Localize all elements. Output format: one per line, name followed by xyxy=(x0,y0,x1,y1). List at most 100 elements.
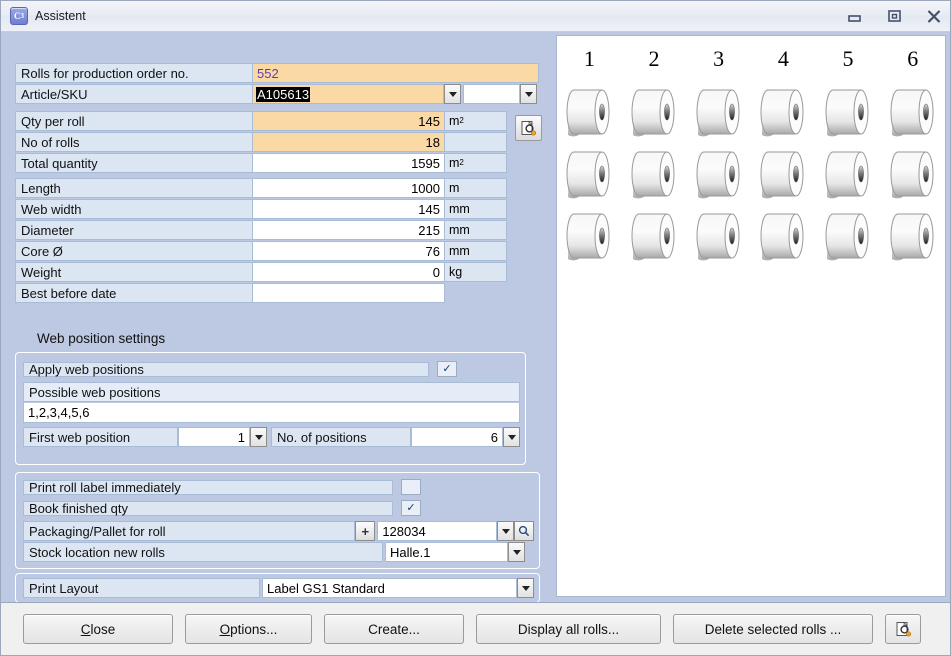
label-print-roll-label-immediately: Print roll label immediately xyxy=(23,479,393,495)
value-length[interactable]: 1000 xyxy=(253,178,445,198)
packaging-search-button[interactable] xyxy=(514,521,534,541)
field-row-article-sku: Article/SKU A105613 xyxy=(15,84,539,104)
roll-icon xyxy=(890,89,934,137)
value-web-width[interactable]: 145 xyxy=(253,199,445,219)
checkbox-apply-web-positions[interactable] xyxy=(437,361,457,377)
article-variant-dropdown-arrow[interactable] xyxy=(520,84,537,104)
roll-cell[interactable] xyxy=(880,208,945,264)
article-variant-input[interactable] xyxy=(463,84,520,104)
assistent-window: C3 Assistent Rolls for production order … xyxy=(0,0,951,656)
value-core-diameter[interactable]: 76 xyxy=(253,241,445,261)
title-bar: C3 Assistent xyxy=(1,1,950,32)
roll-icon xyxy=(566,89,610,137)
roll-cell[interactable] xyxy=(686,208,751,264)
unit-no-of-rolls xyxy=(445,132,507,152)
label-apply-web-positions: Apply web positions xyxy=(23,361,429,377)
value-stock-location[interactable]: Halle.1 xyxy=(385,542,508,562)
dialog-footer: Close Options... Create... Display all r… xyxy=(1,602,950,655)
roll-cell[interactable] xyxy=(622,84,687,140)
label-packaging-pallet: Packaging/Pallet for roll xyxy=(23,521,356,541)
field-row-no-of-rolls: No of rolls 18 xyxy=(15,132,513,152)
unit-weight: kg xyxy=(445,262,507,282)
value-no-of-positions[interactable]: 6 xyxy=(411,427,503,447)
roll-cell[interactable] xyxy=(557,84,622,140)
roll-cell[interactable] xyxy=(622,208,687,264)
roll-icon xyxy=(760,151,804,199)
restore-icon[interactable] xyxy=(884,6,904,26)
value-qty-per-roll[interactable]: 145 xyxy=(253,111,445,131)
field-row-production-order: Rolls for production order no. 552 xyxy=(15,63,539,83)
roll-cell[interactable] xyxy=(880,146,945,202)
roll-column-number: 3 xyxy=(713,46,725,71)
roll-icon xyxy=(696,213,740,261)
value-best-before-date[interactable] xyxy=(253,283,445,303)
article-sku-input[interactable]: A105613 xyxy=(253,84,444,104)
roll-cell[interactable] xyxy=(751,208,816,264)
preview-icon xyxy=(521,120,537,136)
field-row-print-roll-label: Print roll label immediately xyxy=(23,477,534,497)
first-web-position-dropdown-arrow[interactable] xyxy=(250,427,267,447)
roll-column-number: 4 xyxy=(777,46,789,71)
left-form-pane: Rolls for production order no. 552 Artic… xyxy=(1,32,555,602)
roll-cell[interactable] xyxy=(622,146,687,202)
value-packaging-pallet[interactable]: 128034 xyxy=(377,521,497,541)
unit-length: m xyxy=(445,178,507,198)
packaging-add-button[interactable]: + xyxy=(355,521,376,541)
close-button[interactable]: Close xyxy=(23,614,173,644)
print-layout-group: Print Layout Label GS1 Standard xyxy=(15,573,540,602)
roll-cell[interactable] xyxy=(816,84,881,140)
value-first-web-position[interactable]: 1 xyxy=(178,427,250,447)
stock-location-dropdown-arrow[interactable] xyxy=(508,542,525,562)
field-row-best-before-date: Best before date xyxy=(15,283,513,303)
roll-cell[interactable] xyxy=(751,146,816,202)
field-row-position-spinners: First web position 1 No. of positions 6 xyxy=(23,427,520,447)
label-best-before-date: Best before date xyxy=(15,283,253,303)
close-button-label: Close xyxy=(80,621,116,637)
value-no-of-rolls[interactable]: 18 xyxy=(253,132,445,152)
packaging-dropdown-arrow[interactable] xyxy=(497,521,514,541)
close-icon[interactable] xyxy=(924,6,944,26)
roll-cell[interactable] xyxy=(557,208,622,264)
field-row-apply-web-positions: Apply web positions xyxy=(23,359,520,379)
no-of-positions-dropdown-arrow[interactable] xyxy=(503,427,520,447)
display-all-rolls-button[interactable]: Display all rolls... xyxy=(476,614,661,644)
value-possible-web-positions[interactable]: 1,2,3,4,5,6 xyxy=(23,403,520,423)
delete-selected-rolls-button-label: Delete selected rolls ... xyxy=(704,621,842,637)
roll-icon xyxy=(631,213,675,261)
roll-cell[interactable] xyxy=(880,84,945,140)
print-options-group: Print roll label immediately Book finish… xyxy=(15,472,540,569)
roll-cell[interactable] xyxy=(816,146,881,202)
unit-qty-per-roll: m2 xyxy=(445,111,507,131)
create-button[interactable]: Create... xyxy=(324,614,464,644)
delete-selected-rolls-button[interactable]: Delete selected rolls ... xyxy=(673,614,873,644)
order-header-group: Rolls for production order no. 552 Artic… xyxy=(15,63,539,105)
value-diameter[interactable]: 215 xyxy=(253,220,445,240)
roll-cell[interactable] xyxy=(557,146,622,202)
checkbox-book-finished-qty[interactable] xyxy=(401,500,421,516)
label-web-width: Web width xyxy=(15,199,253,219)
options-button-label: Options... xyxy=(219,621,278,637)
roll-cell[interactable] xyxy=(816,208,881,264)
label-qty-per-roll: Qty per roll xyxy=(15,111,253,131)
field-row-book-finished-qty: Book finished qty xyxy=(23,498,534,518)
label-diameter: Diameter xyxy=(15,220,253,240)
article-sku-dropdown-arrow[interactable] xyxy=(444,84,461,104)
minimize-icon[interactable] xyxy=(844,6,864,26)
preview-icon-button-footer[interactable] xyxy=(885,614,921,644)
value-print-layout[interactable]: Label GS1 Standard xyxy=(262,578,517,598)
roll-cell[interactable] xyxy=(751,84,816,140)
field-row-packaging-pallet: Packaging/Pallet for roll + 128034 xyxy=(23,521,534,541)
roll-column-number: 5 xyxy=(842,46,854,71)
value-weight[interactable]: 0 xyxy=(253,262,445,282)
options-button[interactable]: Options... xyxy=(185,614,312,644)
label-no-of-rolls: No of rolls xyxy=(15,132,253,152)
label-stock-location: Stock location new rolls xyxy=(23,542,383,562)
app-icon-c3: C3 xyxy=(10,7,28,25)
checkbox-print-roll-label-immediately[interactable] xyxy=(401,479,421,495)
roll-cell[interactable] xyxy=(686,146,751,202)
label-total-quantity: Total quantity xyxy=(15,153,253,173)
preview-icon-button-top[interactable] xyxy=(515,115,542,141)
print-layout-dropdown-arrow[interactable] xyxy=(517,578,534,598)
field-row-core-diameter: Core Ø 76 mm xyxy=(15,241,513,261)
roll-cell[interactable] xyxy=(686,84,751,140)
